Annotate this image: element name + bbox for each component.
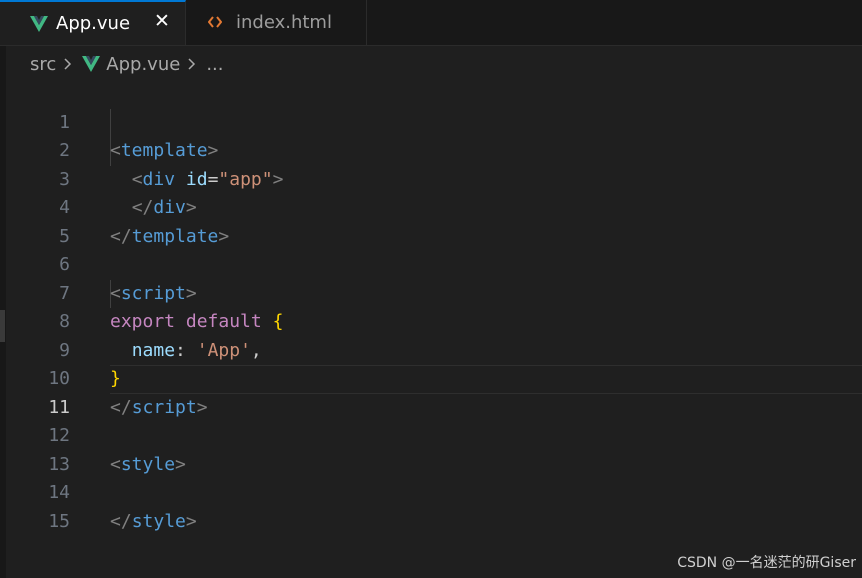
line-number: 15: [48, 510, 70, 532]
vue-icon: [82, 56, 101, 72]
code-line: 1 <template>: [0, 80, 862, 162]
code-line: 13: [0, 422, 862, 475]
code-line: 12 <style>: [0, 394, 862, 475]
code-line: 14 </style>: [0, 451, 862, 532]
breadcrumb: src App.vue ...: [30, 50, 223, 78]
code-line: 2 <div id="app">: [0, 109, 862, 190]
breadcrumb-folder[interactable]: src: [30, 54, 56, 75]
code-line: 8 name: 'App',: [0, 280, 862, 361]
tab-index-html[interactable]: index.html: [186, 0, 367, 45]
tag-bracket: >: [185, 510, 197, 532]
code-line: 3 </div>: [0, 137, 862, 219]
html-icon: [207, 15, 226, 31]
code-line: 5: [0, 194, 862, 247]
tab-bar: App.vue ✕ index.html: [0, 0, 862, 46]
chevron-right-icon: [64, 58, 72, 70]
tab-label: App.vue: [56, 13, 131, 34]
tab-label: index.html: [236, 12, 332, 33]
code-line: 6 <script>: [0, 223, 862, 304]
code-line: 15: [0, 479, 862, 532]
code-line: 4 </template>: [0, 166, 862, 247]
code-line: 10 </script>: [0, 337, 862, 418]
code-line: 11: [0, 365, 862, 418]
close-icon[interactable]: ✕: [153, 12, 171, 31]
tab-app-vue[interactable]: App.vue ✕: [0, 0, 186, 45]
code-line: 9 }: [0, 308, 862, 390]
code-line: 7 export default {: [0, 251, 862, 333]
breadcrumb-file[interactable]: App.vue: [106, 54, 180, 75]
breadcrumb-more[interactable]: ...: [206, 54, 223, 75]
code-editor[interactable]: 1 <template> 2 <div id="app"> 3 </div> 4…: [0, 80, 862, 532]
tag-bracket: </: [110, 510, 132, 532]
watermark: CSDN @一名迷茫的研Giser: [677, 555, 856, 571]
chevron-right-icon: [188, 58, 196, 70]
vue-icon: [30, 15, 48, 32]
editor-window: App.vue ✕ index.html src App.vue ... 1 <…: [0, 0, 862, 578]
tag-name: style: [131, 510, 186, 532]
